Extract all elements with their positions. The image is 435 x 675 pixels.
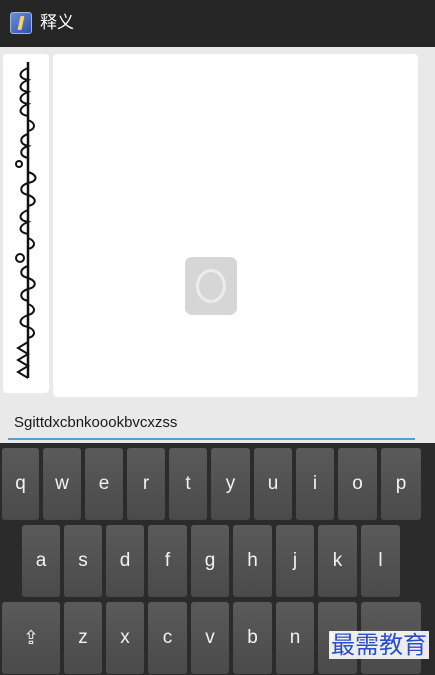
key-q[interactable]: q	[2, 448, 39, 520]
input-value: Sgittdxcbnkoookbvcxzss	[14, 414, 178, 431]
key-r[interactable]: r	[127, 448, 165, 520]
key-b[interactable]: b	[233, 602, 272, 674]
key-u[interactable]: u	[254, 448, 292, 520]
key-v[interactable]: v	[191, 602, 229, 674]
key-f[interactable]: f	[148, 525, 187, 597]
key-s[interactable]: s	[64, 525, 102, 597]
key-h[interactable]: h	[233, 525, 272, 597]
key-x[interactable]: x	[106, 602, 144, 674]
key-j[interactable]: j	[276, 525, 314, 597]
app-bar: 释义	[0, 0, 435, 47]
key-z[interactable]: z	[64, 602, 102, 674]
key-p[interactable]: p	[381, 448, 421, 520]
key-n[interactable]: n	[276, 602, 314, 674]
key-w[interactable]: w	[43, 448, 81, 520]
key-y[interactable]: y	[211, 448, 250, 520]
key-c[interactable]: c	[148, 602, 187, 674]
key-l[interactable]: l	[361, 525, 400, 597]
image-preview-panel	[53, 54, 418, 397]
text-input-field[interactable]: Sgittdxcbnkoookbvcxzss	[8, 407, 415, 440]
shift-key[interactable]: ⇪	[2, 602, 60, 674]
key-o[interactable]: o	[338, 448, 377, 520]
content-area: Sgittdxcbnkoookbvcxzss	[0, 47, 435, 443]
mongolian-script-graphic	[9, 60, 43, 387]
page-title: 释义	[40, 13, 74, 33]
loading-icon	[185, 257, 237, 315]
key-d[interactable]: d	[106, 525, 144, 597]
key-i[interactable]: i	[296, 448, 334, 520]
key-k[interactable]: k	[318, 525, 357, 597]
key-e[interactable]: e	[85, 448, 123, 520]
app-icon	[10, 12, 32, 34]
key-a[interactable]: a	[22, 525, 60, 597]
key-t[interactable]: t	[169, 448, 207, 520]
watermark-logo: 最需教育	[329, 631, 429, 659]
key-g[interactable]: g	[191, 525, 229, 597]
mongolian-vertical-text-panel	[3, 54, 49, 393]
